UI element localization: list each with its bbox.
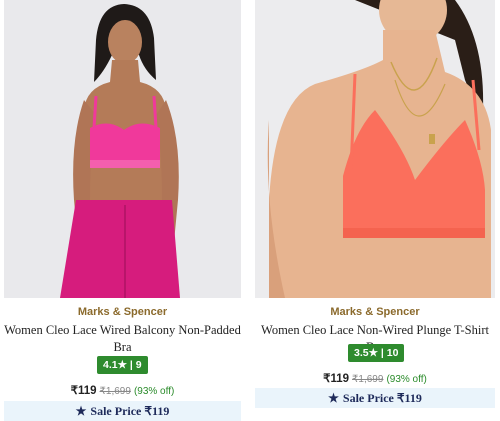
current-price: ₹119 [323, 373, 350, 385]
sale-price-label: Sale Price ₹119 [342, 391, 422, 405]
original-price: ₹1,699 [99, 386, 131, 397]
rating-badge: 4.1★ | 9 [97, 356, 148, 374]
star-icon: ★ [328, 391, 339, 405]
product-image[interactable] [255, 0, 495, 298]
current-price: ₹119 [70, 385, 97, 397]
sale-price-label: Sale Price ₹119 [90, 404, 170, 418]
product-brand: Marks & Spencer [77, 306, 168, 318]
product-card[interactable]: Marks & Spencer Women Cleo Lace Non-Wire… [255, 0, 495, 421]
product-brand: Marks & Spencer [330, 306, 420, 318]
sale-price-banner: ★ Sale Price ₹119 [255, 388, 495, 408]
rating-badge: 3.5★ | 10 [348, 344, 405, 362]
product-image[interactable] [4, 0, 241, 298]
discount-text: (93% off) [133, 386, 175, 397]
discount-text: (93% off) [386, 374, 427, 385]
price-line: ₹119 ₹1,699 (93% off) [4, 383, 241, 397]
product-title[interactable]: Women Cleo Lace Wired Balcony Non-Padded… [4, 322, 241, 356]
star-icon: ★ [75, 404, 87, 418]
product-card[interactable]: Marks & Spencer Women Cleo Lace Wired Ba… [4, 0, 241, 421]
original-price: ₹1,699 [352, 374, 384, 385]
sale-price-banner: ★ Sale Price ₹119 [4, 401, 241, 421]
price-line: ₹119 ₹1,699 (93% off) [255, 371, 495, 385]
